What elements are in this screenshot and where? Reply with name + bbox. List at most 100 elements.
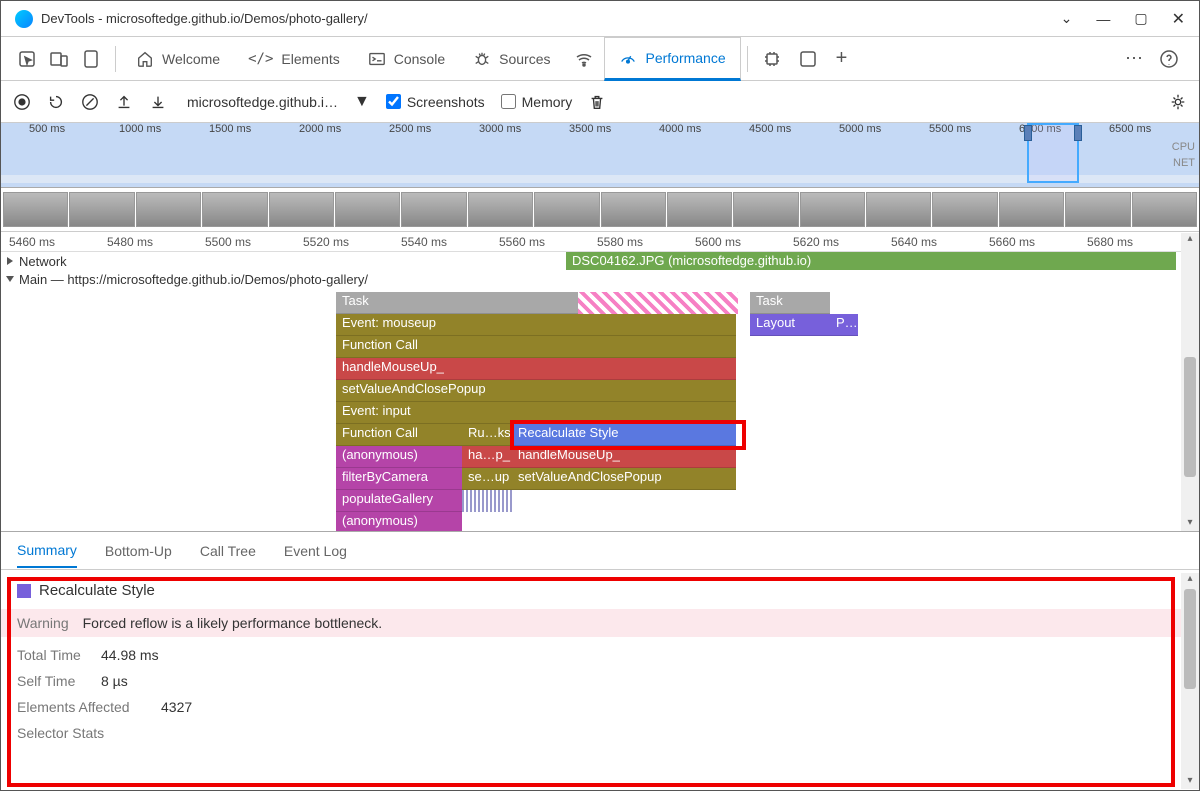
filmstrip-thumb[interactable]: [1065, 192, 1130, 227]
screenshots-checkbox[interactable]: Screenshots: [386, 94, 485, 110]
more-icon[interactable]: ⋯: [1125, 48, 1143, 69]
wifi-icon[interactable]: [574, 49, 594, 69]
self-time-label: Self Time: [17, 673, 87, 689]
filmstrip-thumb[interactable]: [999, 192, 1064, 227]
minimize-button[interactable]: —: [1096, 11, 1110, 27]
filmstrip-thumb[interactable]: [3, 192, 68, 227]
tablet-icon[interactable]: [81, 49, 101, 69]
trash-icon[interactable]: [588, 93, 606, 111]
flame-recalculate-style[interactable]: Recalculate Style: [512, 424, 736, 446]
scroll-up-icon[interactable]: ▴: [1181, 233, 1199, 247]
clear-button[interactable]: [81, 93, 99, 111]
flame-rumicrotasks[interactable]: Ru…ks: [462, 424, 512, 446]
cpu-label: CPU: [1172, 139, 1195, 155]
flame-handlemouseup2[interactable]: handleMouseUp_: [512, 446, 736, 468]
flame-task[interactable]: Task: [336, 292, 578, 314]
scroll-up-icon[interactable]: ▴: [1181, 573, 1199, 587]
filmstrip-thumb[interactable]: [69, 192, 134, 227]
chip-icon[interactable]: [762, 49, 782, 69]
flame-anonymous[interactable]: (anonymous): [336, 446, 462, 468]
scroll-down-icon[interactable]: ▾: [1181, 775, 1199, 789]
total-time-label: Total Time: [17, 647, 87, 663]
memory-checkbox[interactable]: Memory: [501, 94, 573, 110]
recording-url[interactable]: microsoftedge.github.i…: [187, 94, 338, 110]
flame-setvalueandclosepopup[interactable]: setValueAndClosePopup: [336, 380, 736, 402]
filmstrip-thumb[interactable]: [401, 192, 466, 227]
filmstrip-thumb[interactable]: [202, 192, 267, 227]
filmstrip-thumb[interactable]: [534, 192, 599, 227]
inspect-icon[interactable]: [17, 49, 37, 69]
gear-icon[interactable]: [1169, 93, 1187, 111]
elements-affected-label: Elements Affected: [17, 699, 147, 715]
warning-label: Warning: [17, 615, 69, 631]
device-icon[interactable]: [49, 49, 69, 69]
tab-welcome[interactable]: Welcome: [122, 37, 234, 81]
filmstrip-thumb[interactable]: [136, 192, 201, 227]
filmstrip-thumb[interactable]: [1132, 192, 1197, 227]
filmstrip-thumb[interactable]: [932, 192, 997, 227]
summary-pane: Recalculate Style Warning Forced reflow …: [1, 570, 1199, 763]
scroll-thumb[interactable]: [1184, 589, 1196, 689]
tab-summary[interactable]: Summary: [17, 534, 77, 568]
add-tab-button[interactable]: +: [836, 47, 848, 70]
flame-hap[interactable]: ha…p_: [462, 446, 512, 468]
filmstrip-thumb[interactable]: [733, 192, 798, 227]
flame-task2[interactable]: Task: [750, 292, 830, 314]
download-button[interactable]: [149, 93, 167, 111]
flame-scrollbar[interactable]: ▴▾: [1181, 233, 1199, 531]
filmstrip-thumb[interactable]: [800, 192, 865, 227]
chevron-down-icon[interactable]: ⌄: [1061, 10, 1073, 27]
filmstrip-thumb[interactable]: [601, 192, 666, 227]
flame-p[interactable]: P…: [830, 314, 858, 336]
scroll-thumb[interactable]: [1184, 357, 1196, 477]
flame-setvalueandclosepopup2[interactable]: setValueAndClosePopup: [512, 468, 736, 490]
overview-timeline[interactable]: 500 ms1000 ms1500 ms 2000 ms2500 ms3000 …: [1, 123, 1199, 188]
tab-eventlog[interactable]: Event Log: [284, 535, 347, 567]
main-track-header[interactable]: Main — https://microsoftedge.github.io/D…: [1, 270, 1199, 288]
filmstrip-thumb[interactable]: [335, 192, 400, 227]
network-bar[interactable]: DSC04162.JPG (microsoftedge.github.io): [566, 252, 1176, 270]
event-color-chip: [17, 584, 31, 598]
reload-button[interactable]: [47, 93, 65, 111]
tab-elements[interactable]: </> Elements: [234, 37, 354, 81]
upload-button[interactable]: [115, 93, 133, 111]
filmstrip-thumb[interactable]: [269, 192, 334, 227]
selector-stats-label[interactable]: Selector Stats: [17, 725, 104, 741]
flame-layout[interactable]: Layout: [750, 314, 830, 336]
flame-event-input[interactable]: Event: input: [336, 402, 736, 424]
window-icon[interactable]: [798, 49, 818, 69]
flame-ruler[interactable]: 5460 ms5480 ms5500 ms 5520 ms5540 ms5560…: [1, 232, 1199, 252]
flame-handlemouseup[interactable]: handleMouseUp_: [336, 358, 736, 380]
close-button[interactable]: ✕: [1172, 9, 1185, 29]
tab-calltree[interactable]: Call Tree: [200, 535, 256, 567]
record-button[interactable]: [13, 93, 31, 111]
tab-performance[interactable]: Performance: [604, 37, 740, 81]
filmstrip-thumb[interactable]: [667, 192, 732, 227]
filmstrip-thumb[interactable]: [468, 192, 533, 227]
elements-affected-value: 4327: [161, 699, 192, 715]
flame-seup[interactable]: se…up: [462, 468, 512, 490]
selection-handle-left[interactable]: [1024, 125, 1032, 141]
tab-console[interactable]: Console: [354, 37, 459, 81]
overview-selection[interactable]: [1027, 123, 1079, 183]
dropdown-icon[interactable]: ▼: [354, 93, 370, 111]
selection-handle-right[interactable]: [1074, 125, 1082, 141]
tab-bottomup[interactable]: Bottom-Up: [105, 535, 172, 567]
filmstrip[interactable]: [1, 188, 1199, 232]
flame-chart[interactable]: Network DSC04162.JPG (microsoftedge.gith…: [1, 252, 1199, 532]
tab-label: Performance: [645, 50, 725, 66]
scroll-down-icon[interactable]: ▾: [1181, 517, 1199, 531]
tab-sources[interactable]: Sources: [459, 37, 564, 81]
flame-function-call2[interactable]: Function Call: [336, 424, 462, 446]
flame-filterbycamera[interactable]: filterByCamera: [336, 468, 462, 490]
flame-populategallery[interactable]: populateGallery: [336, 490, 462, 512]
tab-label: Welcome: [162, 51, 220, 67]
help-icon[interactable]: [1159, 49, 1179, 69]
maximize-button[interactable]: ▢: [1134, 10, 1147, 27]
flame-event-mouseup[interactable]: Event: mouseup: [336, 314, 736, 336]
bug-icon: [473, 50, 491, 68]
flame-anonymous2[interactable]: (anonymous): [336, 512, 462, 532]
details-scrollbar[interactable]: ▴▾: [1181, 573, 1199, 789]
flame-function-call[interactable]: Function Call: [336, 336, 736, 358]
filmstrip-thumb[interactable]: [866, 192, 931, 227]
